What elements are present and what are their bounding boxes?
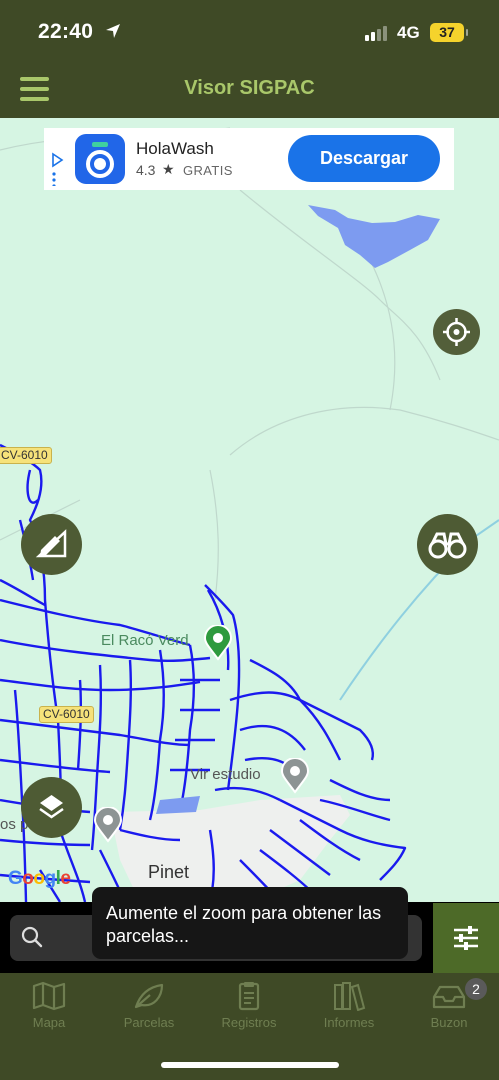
home-indicator[interactable]: [161, 1062, 339, 1068]
app-logo[interactable]: [75, 134, 125, 184]
clipboard-icon: [238, 982, 260, 1011]
place-label: El Racó Verd: [101, 632, 189, 649]
edit-ruler-icon: [35, 529, 67, 558]
filter-button[interactable]: [433, 903, 499, 973]
status-time: 22:40: [38, 20, 94, 43]
tab-informes[interactable]: Informes: [304, 981, 394, 1043]
place-pin-icon[interactable]: [203, 625, 233, 661]
place-pin-icon[interactable]: [93, 807, 123, 843]
star-icon: ★: [162, 161, 175, 177]
download-button[interactable]: Descargar: [288, 135, 440, 182]
explore-button[interactable]: [417, 514, 478, 575]
place-label: Vir estudio: [190, 766, 261, 783]
tab-label: Buzon: [430, 1015, 468, 1030]
ad-app-name: HolaWash: [136, 139, 214, 158]
ad-choices-icon[interactable]: [50, 152, 64, 186]
page-title: Visor SIGPAC: [184, 77, 315, 99]
binoculars-icon: [428, 532, 467, 559]
inbox-badge: 2: [465, 978, 487, 1000]
books-icon: [334, 982, 366, 1011]
draw-measure-button[interactable]: [21, 514, 82, 575]
map-icon: [32, 981, 66, 1011]
sliders-icon: [454, 926, 478, 950]
location-arrow-icon: [106, 24, 120, 38]
cellular-signal-icon: [365, 25, 391, 41]
road-label: CV-6010: [39, 706, 94, 723]
tab-label: Registros: [221, 1015, 277, 1030]
gps-locate-button[interactable]: [433, 309, 480, 355]
tab-parcelas[interactable]: Parcelas: [104, 981, 194, 1043]
tab-label: Informes: [323, 1015, 375, 1030]
tab-registros[interactable]: Registros: [204, 981, 294, 1043]
status-bar: 22:40 4G 37: [0, 0, 499, 62]
google-logo: Google: [8, 868, 71, 889]
layers-icon: [39, 795, 64, 819]
place-pin-icon[interactable]: [280, 758, 310, 794]
toast-message: Aumente el zoom para obtener las parcela…: [92, 887, 408, 959]
leaf-icon: [134, 983, 164, 1009]
inbox-icon: [432, 985, 466, 1009]
crosshair-icon: [443, 318, 470, 346]
tab-label: Parcelas: [123, 1015, 175, 1030]
battery-icon: 37: [430, 23, 468, 42]
ad-price: GRATIS: [183, 163, 233, 178]
ad-rating: 4.3: [136, 162, 156, 178]
app-bar: Visor SIGPAC: [0, 62, 499, 118]
tab-mapa[interactable]: Mapa: [4, 981, 94, 1043]
layers-button[interactable]: [21, 777, 82, 838]
town-label: Pinet: [148, 862, 190, 882]
network-type: 4G: [397, 23, 420, 42]
ad-banner[interactable]: HolaWash 4.3 ★ GRATIS Descargar: [44, 128, 454, 190]
search-icon: [21, 926, 43, 948]
tab-label: Mapa: [32, 1015, 66, 1030]
road-label: CV-6010: [0, 447, 52, 464]
